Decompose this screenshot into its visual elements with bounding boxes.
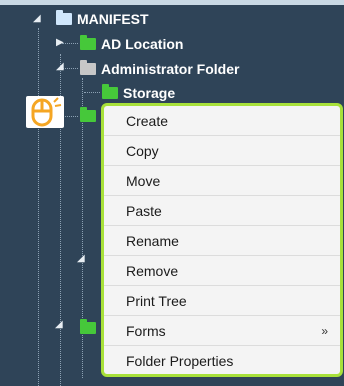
menu-item-print-tree[interactable]: Print Tree [104,286,340,316]
menu-item-label: Copy [126,142,159,159]
menu-item-folder-properties[interactable]: Folder Properties [104,346,340,376]
tree-node-label: Storage [123,85,176,101]
menu-item-label: Create [126,112,169,129]
folder-icon [80,35,96,50]
tree-node-label: AD Location [101,36,184,52]
context-menu: Create Copy Move Paste Rename Remove Pri… [101,103,343,377]
menu-item-rename[interactable]: Rename [104,226,340,256]
menu-item-move[interactable]: Move [104,166,340,196]
folder-icon [80,60,96,75]
tree-branch-line [84,92,100,93]
tree-node-storage[interactable]: Storage [102,83,175,103]
menu-item-label: Folder Properties [126,353,234,369]
menu-item-label: Print Tree [126,292,187,309]
menu-item-label: Remove [126,262,179,279]
submenu-arrow-icon: » [321,323,328,338]
folder-tree: ◢ ▶ ◢ ◢ ◢ MANIFEST AD Location Administr… [0,0,344,386]
tree-branch-line [62,43,78,44]
menu-item-label: Move [126,172,161,189]
mouse-click-icon [26,96,64,128]
collapse-arrow-icon[interactable]: ◢ [55,320,63,330]
folder-icon[interactable] [80,107,96,122]
menu-item-label: Rename [126,232,179,249]
menu-item-copy[interactable]: Copy [104,136,340,166]
expand-arrow-icon[interactable]: ▶ [56,38,64,48]
menu-item-remove[interactable]: Remove [104,256,340,286]
menu-item-label: Forms [126,322,166,339]
tree-node-administrator-folder[interactable]: Administrator Folder [80,59,239,79]
tree-branch-line [62,68,78,69]
collapse-arrow-icon[interactable]: ◢ [33,14,41,24]
tree-node-manifest[interactable]: MANIFEST [56,9,149,29]
collapse-arrow-icon[interactable]: ◢ [77,254,85,264]
tree-node-label: Administrator Folder [101,61,240,77]
tree-guide-line [38,28,39,386]
folder-open-icon [56,10,72,25]
tree-node-ad-location[interactable]: AD Location [80,34,183,54]
tree-node-label: MANIFEST [77,11,149,27]
collapse-arrow-icon[interactable]: ◢ [56,62,64,72]
folder-icon[interactable] [80,319,96,334]
menu-item-forms[interactable]: Forms » [104,316,340,346]
menu-item-create[interactable]: Create [104,106,340,136]
menu-item-paste[interactable]: Paste [104,196,340,226]
menu-item-label: Paste [126,202,162,219]
header-strip [0,0,344,5]
folder-icon [102,84,118,99]
